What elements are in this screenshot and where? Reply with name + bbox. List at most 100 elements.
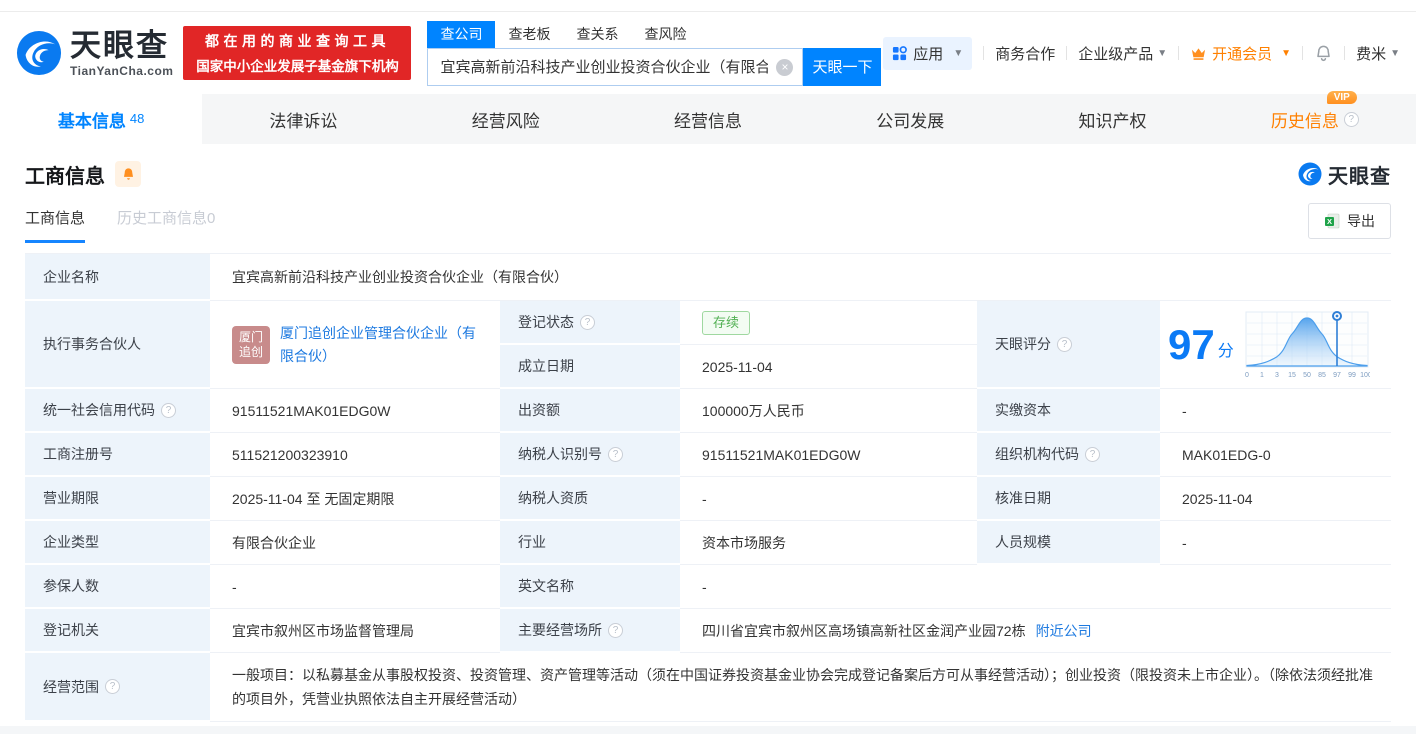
- tab-history-info[interactable]: 历史信息 VIP ?: [1214, 94, 1416, 144]
- help-icon[interactable]: ?: [1085, 447, 1100, 462]
- export-button[interactable]: X 导出: [1308, 203, 1391, 239]
- nav-divider: [983, 46, 984, 60]
- partner-avatar[interactable]: 厦门 追创: [232, 326, 270, 364]
- help-icon[interactable]: ?: [1057, 337, 1072, 352]
- nav-divider: [1066, 46, 1067, 60]
- score-value: 97 分: [1168, 324, 1234, 366]
- field-label-business-term: 营业期限: [25, 477, 210, 521]
- table-subrow: 成立日期 2025-11-04: [500, 345, 977, 389]
- subtab-row: 工商信息 历史工商信息0 X 导出: [25, 199, 1391, 243]
- field-label-staff-size: 人员规模: [977, 521, 1160, 565]
- field-label-org-code: 组织机构代码 ?: [977, 433, 1160, 477]
- search-button[interactable]: 天眼一下: [803, 48, 881, 86]
- search-area: 查公司 查老板 查关系 查风险 × 天眼一下: [427, 21, 881, 86]
- nav-enterprise-products[interactable]: 企业级产品 ▼: [1078, 43, 1167, 64]
- tab-development-label: 公司发展: [876, 107, 944, 132]
- field-value-managing-partner: 厦门 追创 厦门追创企业管理合伙企业（有限合伙）: [210, 301, 500, 389]
- apps-grid-icon: [892, 46, 907, 61]
- main-content: 工商信息 天眼查 工商信息 历史工商信息0: [0, 157, 1416, 722]
- tab-operating-label: 经营信息: [674, 107, 742, 132]
- chevron-down-icon: ▼: [1390, 48, 1400, 59]
- logo-brand-cn: 天眼查: [70, 30, 173, 61]
- tab-intellectual-property[interactable]: 知识产权: [1011, 94, 1213, 144]
- tab-company-development[interactable]: 公司发展: [809, 94, 1011, 144]
- field-label-insured-count: 参保人数: [25, 565, 210, 609]
- help-icon[interactable]: ?: [1344, 112, 1359, 127]
- svg-text:15: 15: [1288, 372, 1296, 379]
- tab-operating-risk[interactable]: 经营风险: [405, 94, 607, 144]
- help-icon[interactable]: ?: [580, 315, 595, 330]
- notification-bell-icon[interactable]: [1314, 44, 1333, 63]
- nearby-companies-link[interactable]: 附近公司: [1036, 621, 1092, 641]
- help-icon[interactable]: ?: [608, 623, 623, 638]
- chevron-down-icon: ▼: [1157, 48, 1167, 59]
- search-tab-relation[interactable]: 查关系: [563, 21, 631, 48]
- field-value-capital: 100000万人民币: [680, 389, 977, 433]
- partner-company-link[interactable]: 厦门追创企业管理合伙企业（有限合伙）: [280, 322, 486, 367]
- site-header: 天眼查 TianYanCha.com 都在用的商业查询工具 国家中小企业发展子基…: [0, 12, 1416, 94]
- subtab-history-business-info[interactable]: 历史工商信息0: [117, 199, 215, 243]
- svg-text:85: 85: [1318, 372, 1326, 379]
- vip-badge: VIP: [1327, 91, 1357, 104]
- nav-cooperation[interactable]: 商务合作: [995, 43, 1055, 64]
- field-value-credit-code: 91511521MAK01EDG0W: [210, 389, 500, 433]
- field-value-insured-count: -: [210, 565, 500, 609]
- tianyancha-logo[interactable]: 天眼查 TianYanCha.com: [16, 30, 173, 77]
- chevron-down-icon: ▼: [953, 48, 963, 59]
- search-row: × 天眼一下: [427, 48, 881, 86]
- promo-banner-line2: 国家中小企业发展子基金旗下机构: [196, 55, 399, 75]
- field-label-capital: 出资额: [500, 389, 680, 433]
- search-box: ×: [427, 48, 803, 86]
- field-label-taxpayer-id: 纳税人识别号 ?: [500, 433, 680, 477]
- user-menu[interactable]: 费米 ▼: [1356, 43, 1400, 64]
- help-icon[interactable]: ?: [105, 679, 120, 694]
- tianyan-score-label: 天眼评分: [995, 334, 1051, 354]
- field-value-industry: 资本市场服务: [680, 521, 977, 565]
- header-nav: 应用 ▼ 商务合作 企业级产品 ▼ 开通会员 ▼: [883, 37, 1400, 70]
- tab-legal-label: 法律诉讼: [269, 107, 337, 132]
- promo-banner-line1: 都在用的商业查询工具: [205, 31, 390, 51]
- field-label-industry: 行业: [500, 521, 680, 565]
- org-code-label: 组织机构代码: [995, 444, 1079, 464]
- field-label-company-type: 企业类型: [25, 521, 210, 565]
- search-input[interactable]: [428, 49, 802, 85]
- tab-legal-proceedings[interactable]: 法律诉讼: [202, 94, 404, 144]
- field-label-tianyan-score: 天眼评分 ?: [977, 301, 1160, 389]
- field-label-business-address: 主要经营场所 ?: [500, 609, 680, 653]
- clear-search-icon[interactable]: ×: [776, 59, 793, 76]
- field-value-tianyan-score: 97 分: [1160, 301, 1391, 389]
- subtab-business-info[interactable]: 工商信息: [25, 199, 85, 243]
- apps-menu[interactable]: 应用 ▼: [883, 37, 972, 70]
- search-tab-risk[interactable]: 查风险: [631, 21, 699, 48]
- svg-text:99: 99: [1348, 372, 1356, 379]
- search-tab-boss[interactable]: 查老板: [495, 21, 563, 48]
- user-name: 费米: [1356, 43, 1386, 64]
- tab-operating-info[interactable]: 经营信息: [607, 94, 809, 144]
- nav-enterprise-label: 企业级产品: [1078, 43, 1153, 64]
- score-distribution-chart[interactable]: 0 1 3 15 50 85 97 99 100: [1244, 309, 1370, 381]
- search-tab-company[interactable]: 查公司: [427, 21, 495, 48]
- field-label-reg-number: 工商注册号: [25, 433, 210, 477]
- partner-avatar-line2: 追创: [239, 345, 263, 360]
- field-label-paid-capital: 实缴资本: [977, 389, 1160, 433]
- field-value-taxpayer-id: 91511521MAK01EDG0W: [680, 433, 977, 477]
- field-value-reg-authority: 宜宾市叙州区市场监督管理局: [210, 609, 500, 653]
- excel-icon: X: [1324, 213, 1340, 229]
- tab-risk-label: 经营风险: [472, 107, 540, 132]
- field-value-english-name: -: [680, 565, 1391, 609]
- table-row: 企业名称 宜宾高新前沿科技产业创业投资合伙企业（有限合伙）: [25, 254, 1391, 301]
- field-label-managing-partner: 执行事务合伙人: [25, 301, 210, 389]
- help-icon[interactable]: ?: [608, 447, 623, 462]
- table-row: 工商注册号 511521200323910 纳税人识别号 ? 91511521M…: [25, 433, 1391, 477]
- nav-open-vip[interactable]: 开通会员 ▼: [1190, 43, 1291, 64]
- svg-text:50: 50: [1303, 372, 1311, 379]
- table-subrow: 登记状态 ? 存续: [500, 301, 977, 345]
- tab-history-label: 历史信息: [1271, 107, 1339, 132]
- bottom-strip: [0, 726, 1416, 734]
- tab-basic-info-count: 48: [130, 111, 144, 126]
- subscribe-bell-icon[interactable]: [115, 161, 141, 187]
- field-label-business-scope: 经营范围 ?: [25, 653, 210, 722]
- partner-avatar-line1: 厦门: [239, 330, 263, 345]
- help-icon[interactable]: ?: [161, 403, 176, 418]
- tab-basic-info[interactable]: 基本信息 48: [0, 94, 202, 144]
